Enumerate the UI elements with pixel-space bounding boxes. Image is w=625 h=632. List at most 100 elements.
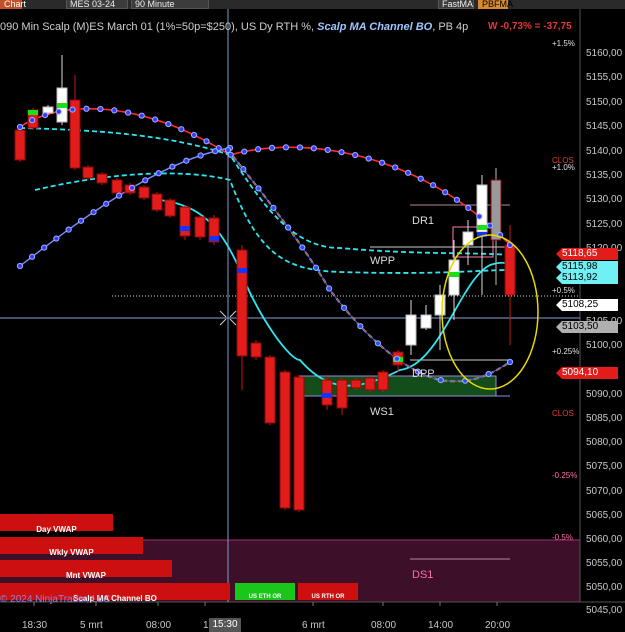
y-tick-label: 5150,00	[586, 97, 623, 108]
candle-body	[111, 179, 123, 194]
x-tick-label: 20:00	[485, 620, 511, 631]
candle-body	[476, 184, 488, 233]
candle-body	[336, 379, 348, 409]
candle-body	[250, 342, 262, 358]
ma-dot	[310, 145, 317, 152]
candle	[377, 370, 389, 392]
ma-dot	[312, 264, 320, 271]
ma-dot	[128, 184, 136, 191]
x-tick-label: 08:00	[146, 620, 172, 631]
candle	[151, 192, 163, 212]
ma-dot	[506, 358, 514, 366]
candle	[420, 305, 432, 330]
ma-dot	[16, 123, 24, 131]
candle	[336, 378, 348, 415]
ma-dot	[55, 108, 62, 115]
ma-dot	[103, 200, 110, 207]
candle-body	[164, 199, 176, 217]
candle-body	[504, 244, 516, 296]
ma-dot	[77, 217, 85, 224]
signal-marker	[180, 226, 190, 231]
ma-dot	[393, 355, 401, 362]
y-tick-label: 5075,00	[586, 461, 623, 472]
ma-dot	[90, 209, 97, 216]
candle	[82, 165, 94, 180]
y-tick-label: 5060,00	[586, 534, 623, 545]
y-tick-label: 5045,00	[586, 605, 623, 616]
y-tick-label: 5125,00	[586, 219, 623, 230]
ma-dot	[125, 109, 132, 116]
ma-dot	[69, 106, 76, 113]
instrument-selector[interactable]: MES 03-24	[66, 0, 128, 9]
ma-dot	[417, 175, 424, 182]
y-tick-label: 5065,00	[586, 510, 623, 521]
ma-dot	[224, 146, 232, 154]
y-tick-label: 5140,00	[586, 146, 623, 157]
ma-dot	[296, 144, 304, 151]
x-tick-label: 1	[203, 620, 209, 631]
signal-marker	[449, 272, 459, 277]
ma-dot	[138, 112, 145, 119]
ma-dot	[178, 126, 185, 133]
chart-tab[interactable]: Chart	[0, 0, 26, 9]
ma-dot	[486, 222, 494, 229]
ma-dot	[197, 152, 204, 159]
candle-body	[264, 356, 276, 424]
ma-dot	[115, 192, 123, 199]
ma-dot	[392, 164, 399, 171]
price-tag: 5094,10	[556, 367, 618, 379]
ma-dot	[299, 244, 306, 251]
y-tick-label: 5070,00	[586, 486, 623, 497]
ma-dot	[325, 285, 333, 292]
candle-body	[405, 314, 417, 346]
y-tick-label: 5090,00	[586, 389, 623, 400]
ma-dot	[404, 169, 412, 176]
candle-body	[279, 371, 291, 509]
ma-dot	[324, 146, 331, 154]
price-tag: 5118,65	[556, 248, 618, 260]
candle	[96, 172, 108, 185]
ma-dot	[83, 105, 90, 112]
ma-dot	[341, 304, 348, 311]
fast-ma-button[interactable]: FastMA	[438, 0, 474, 9]
pct-label: +0.25%	[552, 347, 580, 356]
x-tick-label: 6 mrt	[302, 620, 325, 631]
ma-dot	[374, 340, 382, 347]
pct-label: +1.5%	[552, 39, 575, 48]
y-tick-label: 5085,00	[586, 413, 623, 424]
candle-body	[138, 186, 150, 199]
ma-dot	[282, 144, 290, 151]
candle	[250, 340, 262, 360]
us-eth-or-label: US ETH OR	[248, 594, 282, 600]
candle	[179, 205, 191, 240]
price-chart-panel[interactable]: 090 Min Scalp (M)ES March 01 (1%=50p=$25…	[0, 9, 625, 632]
pct-label: +0.5%	[552, 286, 575, 295]
candle	[111, 178, 123, 195]
ma-dot	[476, 213, 483, 220]
candle	[321, 375, 333, 410]
ma-dot	[465, 204, 472, 212]
candlesticks	[14, 55, 516, 512]
price-tag: 5103,50	[556, 321, 618, 333]
cursor-time-label: 15:30	[209, 618, 241, 632]
ma-dot	[41, 244, 48, 251]
signal-marker	[237, 268, 247, 273]
ma-dot	[352, 151, 359, 159]
period-selector[interactable]: 90 Minute	[131, 0, 209, 9]
price-tag: 5115,98	[556, 261, 618, 273]
pbfma-button[interactable]: PBFMA	[478, 0, 513, 9]
ma-dot	[42, 111, 49, 119]
ma-dot	[165, 120, 172, 128]
candle	[405, 300, 417, 355]
signal-marker	[209, 236, 219, 241]
candle	[364, 376, 376, 392]
pct-label: CLOS	[552, 409, 574, 418]
ma-dot	[227, 151, 234, 158]
level-dpp: DPP	[412, 368, 435, 380]
candle-body	[194, 216, 206, 238]
ma-dot	[485, 370, 492, 378]
x-tick-label: 08:00	[371, 620, 397, 631]
ma-dot	[183, 157, 190, 164]
ma-dot	[111, 107, 118, 114]
candle-body	[434, 294, 446, 316]
